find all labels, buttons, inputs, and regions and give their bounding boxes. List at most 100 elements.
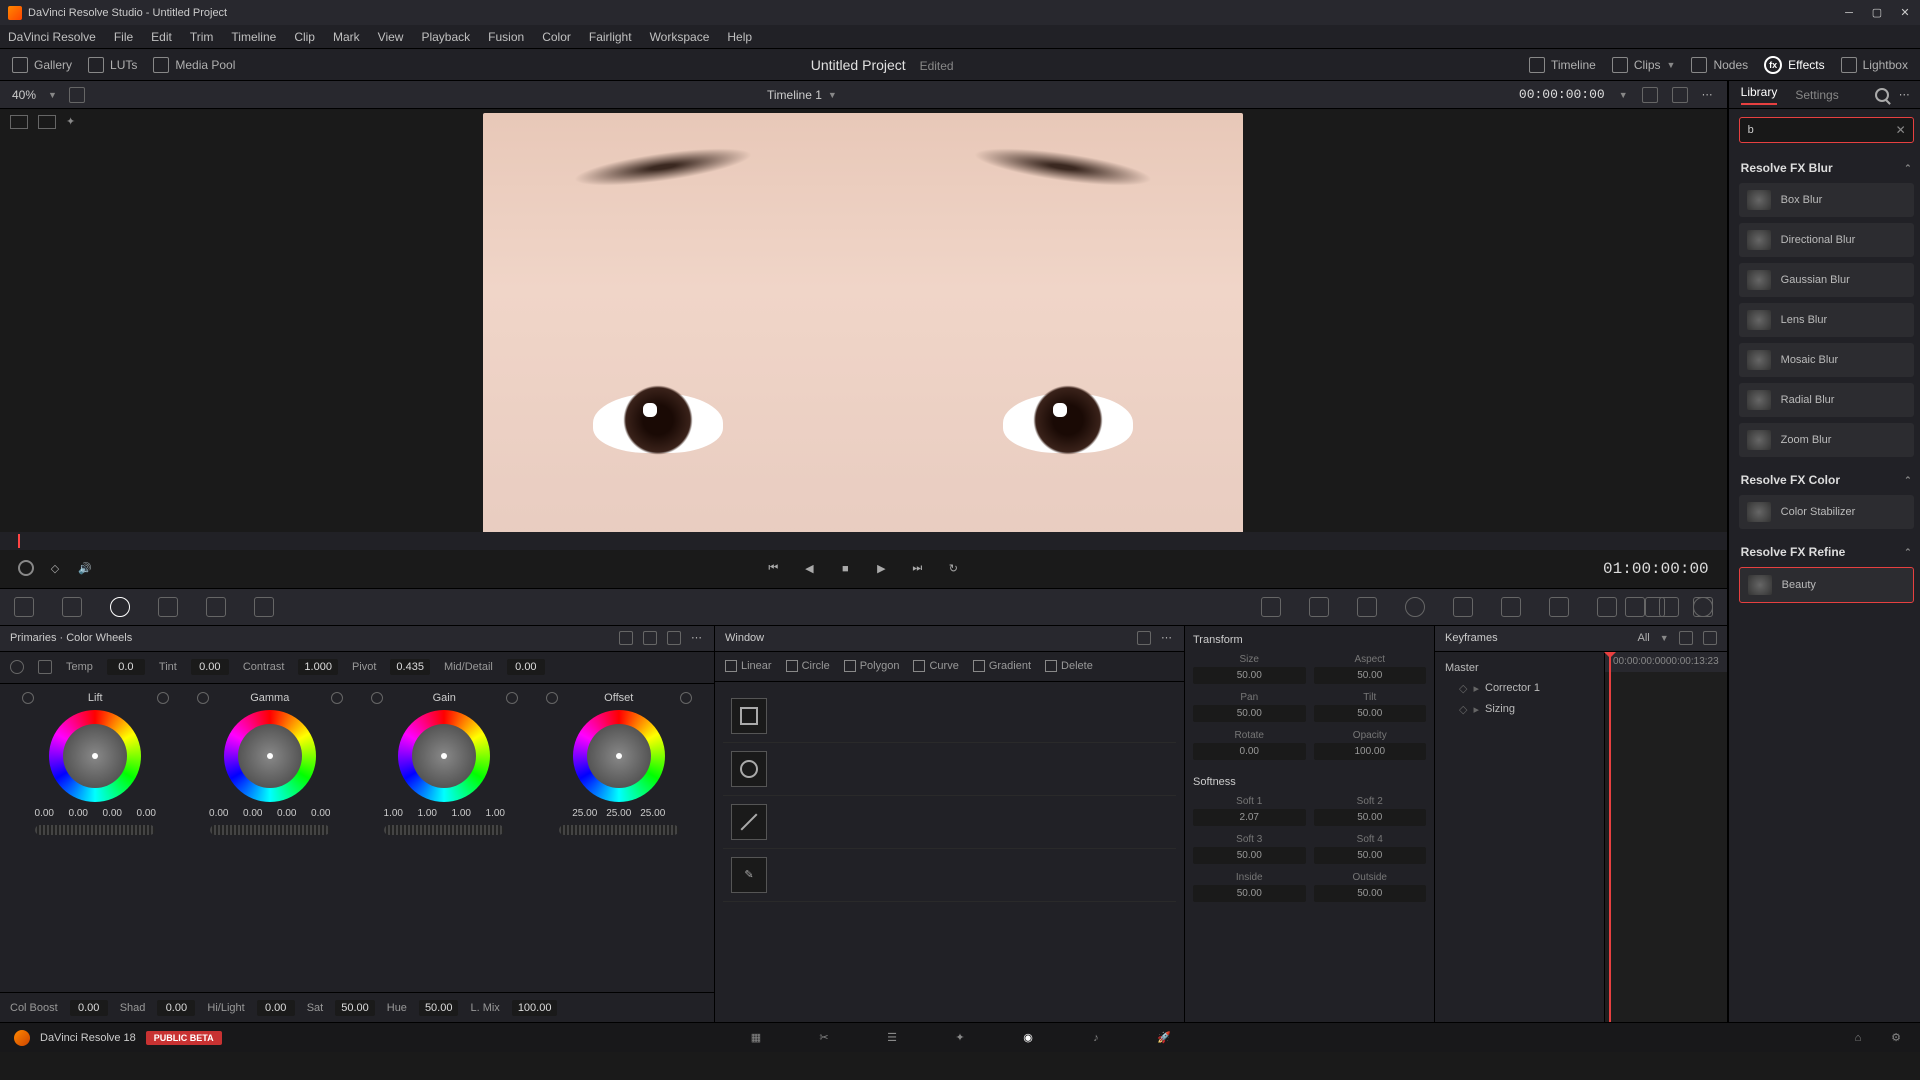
- bypass-icon[interactable]: [1642, 87, 1658, 103]
- kf-node-sizing[interactable]: ◇ ▸ Sizing: [1441, 699, 1598, 720]
- toolbar-clips[interactable]: Clips▼: [1612, 57, 1676, 73]
- effects-options-icon[interactable]: ⋯: [1899, 88, 1912, 101]
- gallery-tool-icon[interactable]: [1549, 597, 1569, 617]
- wheel-reset-icon[interactable]: [331, 692, 343, 704]
- wheel-reset-icon[interactable]: [157, 692, 169, 704]
- effects-search-input[interactable]: [1739, 117, 1914, 143]
- auto-balance-icon[interactable]: [10, 660, 24, 674]
- tf-rotate[interactable]: 0.00: [1193, 743, 1306, 760]
- page-deliver-icon[interactable]: 🚀: [1154, 1028, 1174, 1048]
- menu-fairlight[interactable]: Fairlight: [589, 30, 632, 44]
- kf-node-master[interactable]: Master: [1441, 658, 1598, 678]
- camera-tool-icon[interactable]: [1501, 597, 1521, 617]
- menu-help[interactable]: Help: [727, 30, 752, 44]
- fx-item-beauty[interactable]: Beauty: [1739, 567, 1914, 603]
- toolbar-timeline[interactable]: Timeline: [1529, 57, 1596, 73]
- loop-button[interactable]: ↻: [944, 560, 962, 578]
- fx-item-gaussian-blur[interactable]: Gaussian Blur: [1739, 263, 1914, 297]
- jog-wheel[interactable]: [210, 825, 330, 835]
- wheel-gain[interactable]: [398, 710, 490, 802]
- menu-fusion[interactable]: Fusion: [488, 30, 524, 44]
- wheel-reset-icon[interactable]: [680, 692, 692, 704]
- adj-temp-value[interactable]: 0.0: [107, 659, 145, 675]
- menu-clip[interactable]: Clip: [294, 30, 315, 44]
- menu-file[interactable]: File: [114, 30, 133, 44]
- fx-item-mosaic-blur[interactable]: Mosaic Blur: [1739, 343, 1914, 377]
- fx-category-resolve-fx-color[interactable]: Resolve FX Color⌃: [1739, 463, 1914, 495]
- wheel-lift[interactable]: [49, 710, 141, 802]
- window-tool-delete[interactable]: Delete: [1045, 660, 1093, 672]
- page-media-icon[interactable]: ▦: [746, 1028, 766, 1048]
- toolbar-luts[interactable]: LUTs: [88, 57, 137, 73]
- tf-soft3[interactable]: 50.00: [1193, 847, 1306, 864]
- keyframes-option-icon[interactable]: [1679, 631, 1693, 645]
- window-tool-polygon[interactable]: Polygon: [844, 660, 900, 672]
- toolbar-lightbox[interactable]: Lightbox: [1841, 57, 1908, 73]
- adj-tint-value[interactable]: 0.00: [191, 659, 229, 675]
- page-fairlight-icon[interactable]: ♪: [1086, 1028, 1106, 1048]
- aperture-tool-icon[interactable]: [1405, 597, 1425, 617]
- window-tool-curve[interactable]: Curve: [913, 660, 958, 672]
- keyframes-expand-icon[interactable]: [1703, 631, 1717, 645]
- adj-contrast-value[interactable]: 1.000: [298, 659, 338, 675]
- wheel-picker-icon[interactable]: [22, 692, 34, 704]
- viewer-timecode[interactable]: 00:00:00:00: [1519, 87, 1605, 102]
- zoom-level[interactable]: 40%: [12, 88, 36, 102]
- toolbar-effects[interactable]: fxEffects: [1764, 56, 1824, 74]
- shape-pen[interactable]: ✎: [723, 849, 1176, 902]
- fx-item-color-stabilizer[interactable]: Color Stabilizer: [1739, 495, 1914, 529]
- wheel-offset[interactable]: [573, 710, 665, 802]
- window-preset-icon[interactable]: [1137, 631, 1151, 645]
- viewer-options-icon[interactable]: ⋯: [1702, 88, 1715, 101]
- info-tool-icon[interactable]: [1693, 597, 1713, 617]
- shape-rectangle[interactable]: [723, 690, 1176, 743]
- mute-icon[interactable]: 🔊: [76, 560, 94, 578]
- tracker-tool-icon[interactable]: [158, 597, 178, 617]
- primaries-mode-1[interactable]: [619, 631, 633, 645]
- page-fusion-icon[interactable]: ✦: [950, 1028, 970, 1048]
- shape-circle[interactable]: [723, 743, 1176, 796]
- highlight-tool-icon[interactable]: [1625, 597, 1645, 617]
- toolbar-nodes[interactable]: Nodes: [1691, 57, 1748, 73]
- wheel-gamma[interactable]: [224, 710, 316, 802]
- tf-inside[interactable]: 50.00: [1193, 885, 1306, 902]
- magic-tool-icon[interactable]: [206, 597, 226, 617]
- menu-edit[interactable]: Edit: [151, 30, 172, 44]
- adj-pivot-value[interactable]: 0.435: [390, 659, 430, 675]
- wheel-picker-icon[interactable]: [546, 692, 558, 704]
- tf-soft1[interactable]: 2.07: [1193, 809, 1306, 826]
- menu-davinci-resolve[interactable]: DaVinci Resolve: [8, 30, 96, 44]
- tf-outside[interactable]: 50.00: [1314, 885, 1427, 902]
- primaries-mode-3[interactable]: [667, 631, 681, 645]
- window-options[interactable]: ⋯: [1161, 631, 1174, 645]
- jump-start-button[interactable]: ⏮: [764, 560, 782, 578]
- maximize-button[interactable]: ▢: [1870, 6, 1884, 20]
- menu-timeline[interactable]: Timeline: [231, 30, 276, 44]
- window-tool-circle[interactable]: Circle: [786, 660, 830, 672]
- playhead-icon[interactable]: [18, 534, 20, 548]
- settings-gear-icon[interactable]: ⚙: [1886, 1028, 1906, 1048]
- tf-opacity[interactable]: 100.00: [1314, 743, 1427, 760]
- settings-tool-icon[interactable]: [1453, 597, 1473, 617]
- viewer-mode-icon[interactable]: [69, 87, 85, 103]
- home-icon[interactable]: ⌂: [1848, 1028, 1868, 1048]
- fx-category-resolve-fx-refine[interactable]: Resolve FX Refine⌃: [1739, 535, 1914, 567]
- page-cut-icon[interactable]: ✂: [814, 1028, 834, 1048]
- fx-item-box-blur[interactable]: Box Blur: [1739, 183, 1914, 217]
- jog-wheel[interactable]: [559, 825, 679, 835]
- fx-item-directional-blur[interactable]: Directional Blur: [1739, 223, 1914, 257]
- blur-tool-icon[interactable]: [254, 597, 274, 617]
- close-button[interactable]: ✕: [1898, 6, 1912, 20]
- timeline-name[interactable]: Timeline 1: [767, 88, 822, 102]
- record-icon[interactable]: [18, 560, 34, 576]
- scopes-tool-icon[interactable]: [1659, 597, 1679, 617]
- viewer-content[interactable]: [483, 113, 1243, 553]
- tf-soft4[interactable]: 50.00: [1314, 847, 1427, 864]
- tab-library[interactable]: Library: [1741, 85, 1778, 105]
- menu-mark[interactable]: Mark: [333, 30, 360, 44]
- primaries-options[interactable]: ⋯: [691, 631, 704, 645]
- 3d-tool-icon[interactable]: [1357, 597, 1377, 617]
- zoom-dropdown-icon[interactable]: ▼: [48, 90, 57, 100]
- keyframe-playhead[interactable]: [1609, 652, 1611, 1023]
- tf-tilt[interactable]: 50.00: [1314, 705, 1427, 722]
